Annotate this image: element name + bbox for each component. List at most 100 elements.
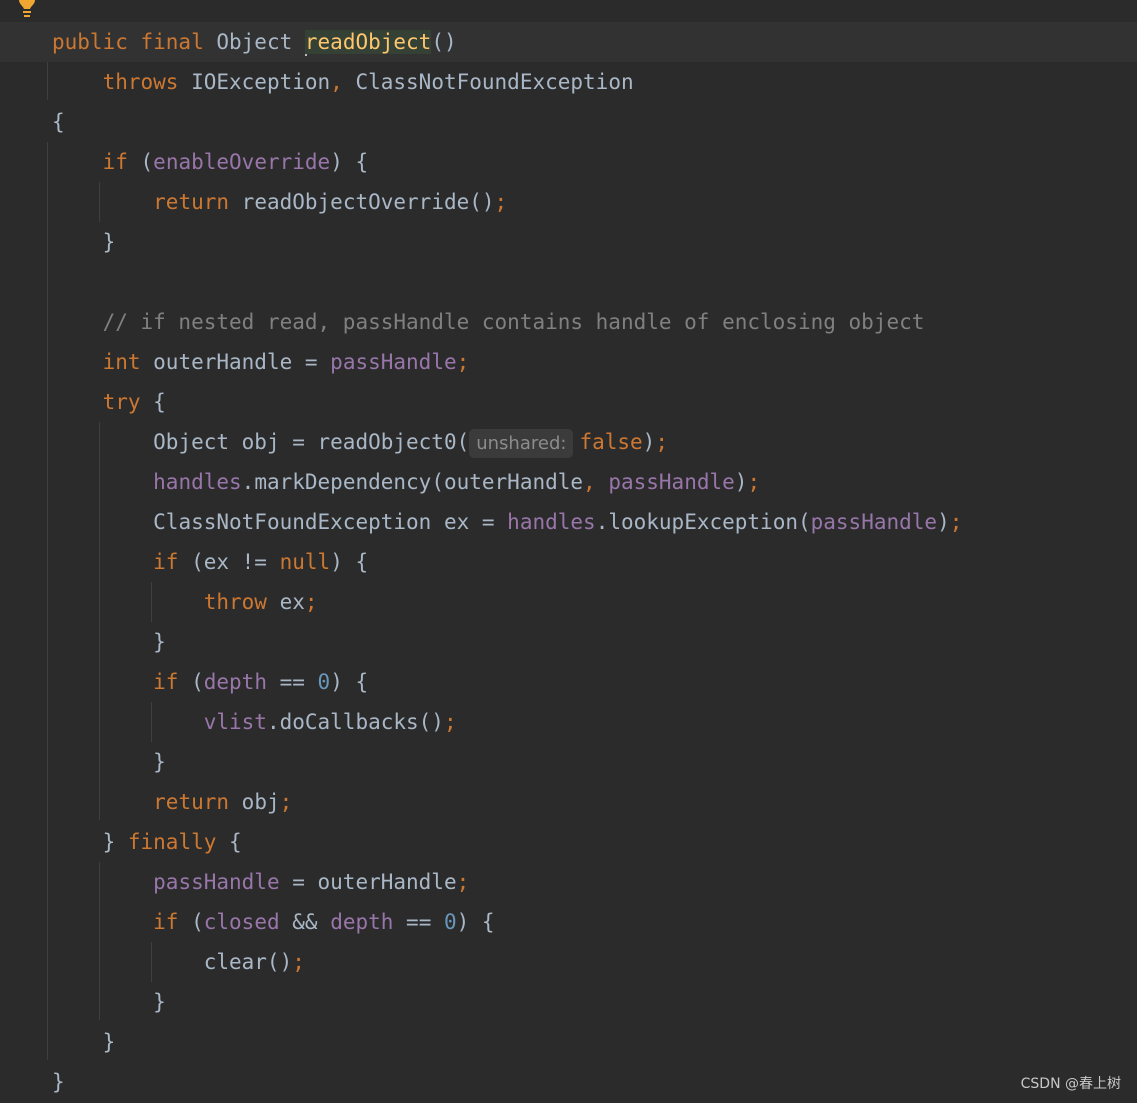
code-token: vlist bbox=[203, 710, 267, 734]
code-token: } bbox=[102, 1030, 116, 1054]
code-token: 0 bbox=[317, 670, 331, 694]
code-line[interactable]: } bbox=[0, 982, 1137, 1022]
code-token: ) bbox=[642, 430, 656, 454]
code-token: try bbox=[102, 390, 154, 414]
code-token: .doCallbacks() bbox=[266, 710, 444, 734]
code-token: .markDependency(outerHandle bbox=[241, 470, 584, 494]
code-line[interactable]: public final Object readObject() bbox=[0, 22, 1137, 62]
code-token: readObjectOverride() bbox=[241, 190, 495, 214]
code-line[interactable]: } bbox=[0, 222, 1137, 262]
code-line[interactable]: } finally { bbox=[0, 822, 1137, 862]
code-line[interactable]: int outerHandle = passHandle; bbox=[0, 342, 1137, 382]
code-token: ; bbox=[655, 430, 668, 454]
code-line[interactable]: vlist.doCallbacks(); bbox=[0, 702, 1137, 742]
code-text: } bbox=[52, 1022, 116, 1062]
code-token: == bbox=[266, 670, 318, 694]
code-token: Object obj = readObject0( bbox=[153, 430, 470, 454]
code-line[interactable]: // if nested read, passHandle contains h… bbox=[0, 302, 1137, 342]
code-token: { bbox=[52, 110, 65, 134]
code-token: ( bbox=[191, 910, 204, 934]
code-token: null bbox=[279, 550, 331, 574]
code-token: IOException bbox=[191, 70, 331, 94]
code-text: if (ex != null) { bbox=[52, 542, 368, 582]
code-line[interactable] bbox=[0, 262, 1137, 302]
code-token: , bbox=[583, 470, 609, 494]
code-text: public final Object readObject() bbox=[52, 22, 457, 62]
code-text: if (enableOverride) { bbox=[52, 142, 369, 182]
code-token: // if nested read, passHandle contains h… bbox=[102, 310, 925, 334]
code-text: } bbox=[52, 982, 166, 1022]
code-line[interactable]: handles.markDependency(outerHandle, pass… bbox=[0, 462, 1137, 502]
code-line[interactable]: } bbox=[0, 1022, 1137, 1062]
code-text: ClassNotFoundException ex = handles.look… bbox=[52, 502, 962, 542]
code-token: ; bbox=[456, 870, 470, 894]
code-token: ( bbox=[191, 670, 204, 694]
code-token: .lookupException( bbox=[595, 510, 811, 534]
code-line[interactable]: try { bbox=[0, 382, 1137, 422]
code-token: return bbox=[153, 190, 242, 214]
code-line[interactable]: if (enableOverride) { bbox=[0, 142, 1137, 182]
code-token: } bbox=[153, 630, 166, 654]
code-token: Object bbox=[216, 30, 305, 54]
code-token: handles bbox=[507, 510, 596, 534]
code-token: ; bbox=[949, 510, 963, 534]
code-text: } bbox=[52, 742, 166, 782]
code-token: } bbox=[153, 750, 166, 774]
code-line[interactable]: } bbox=[0, 1062, 1137, 1102]
code-line[interactable]: if (ex != null) { bbox=[0, 542, 1137, 582]
code-token: outerHandle = bbox=[153, 350, 331, 374]
code-text: try { bbox=[52, 382, 166, 422]
code-line[interactable]: return readObjectOverride(); bbox=[0, 182, 1137, 222]
code-token: ) bbox=[734, 470, 748, 494]
code-line[interactable]: passHandle = outerHandle; bbox=[0, 862, 1137, 902]
code-token: if bbox=[153, 910, 192, 934]
code-token: return bbox=[153, 790, 242, 814]
code-editor[interactable]: public final Object readObject() throws … bbox=[0, 0, 1137, 1103]
code-line[interactable]: throw ex; bbox=[0, 582, 1137, 622]
watermark: CSDN @春上树 bbox=[1020, 1076, 1121, 1092]
code-token: if bbox=[153, 670, 192, 694]
code-text: // if nested read, passHandle contains h… bbox=[52, 302, 925, 342]
code-token: false bbox=[579, 430, 643, 454]
code-token: if bbox=[153, 550, 192, 574]
code-line[interactable]: throws IOException, ClassNotFoundExcepti… bbox=[0, 62, 1137, 102]
code-text: vlist.doCallbacks(); bbox=[52, 702, 457, 742]
code-text: int outerHandle = passHandle; bbox=[52, 342, 470, 382]
lightbulb-icon[interactable] bbox=[17, 0, 37, 20]
code-token: ex bbox=[279, 590, 305, 614]
code-line[interactable]: if (depth == 0) { bbox=[0, 662, 1137, 702]
code-text: } bbox=[52, 1062, 65, 1102]
code-text: if (closed && depth == 0) { bbox=[52, 902, 494, 942]
code-token: ) bbox=[937, 510, 950, 534]
code-token: ; bbox=[304, 590, 318, 614]
code-line[interactable]: } bbox=[0, 742, 1137, 782]
code-token: finally bbox=[127, 830, 230, 854]
code-line[interactable]: } bbox=[0, 622, 1137, 662]
code-token: clear() bbox=[203, 950, 293, 974]
code-line[interactable]: ClassNotFoundException ex = handles.look… bbox=[0, 502, 1137, 542]
code-token: } bbox=[153, 990, 166, 1014]
code-text: } bbox=[52, 222, 116, 262]
code-text: throw ex; bbox=[52, 582, 318, 622]
code-token: ( bbox=[140, 150, 154, 174]
code-line[interactable]: Object obj = readObject0(unshared: false)… bbox=[0, 422, 1137, 462]
code-token: ; bbox=[456, 350, 470, 374]
code-line[interactable]: { bbox=[0, 102, 1137, 142]
code-token: readObject bbox=[304, 30, 432, 54]
code-line[interactable]: return obj; bbox=[0, 782, 1137, 822]
code-token: ; bbox=[443, 710, 457, 734]
code-line[interactable]: if (closed && depth == 0) { bbox=[0, 902, 1137, 942]
code-line[interactable]: clear(); bbox=[0, 942, 1137, 982]
